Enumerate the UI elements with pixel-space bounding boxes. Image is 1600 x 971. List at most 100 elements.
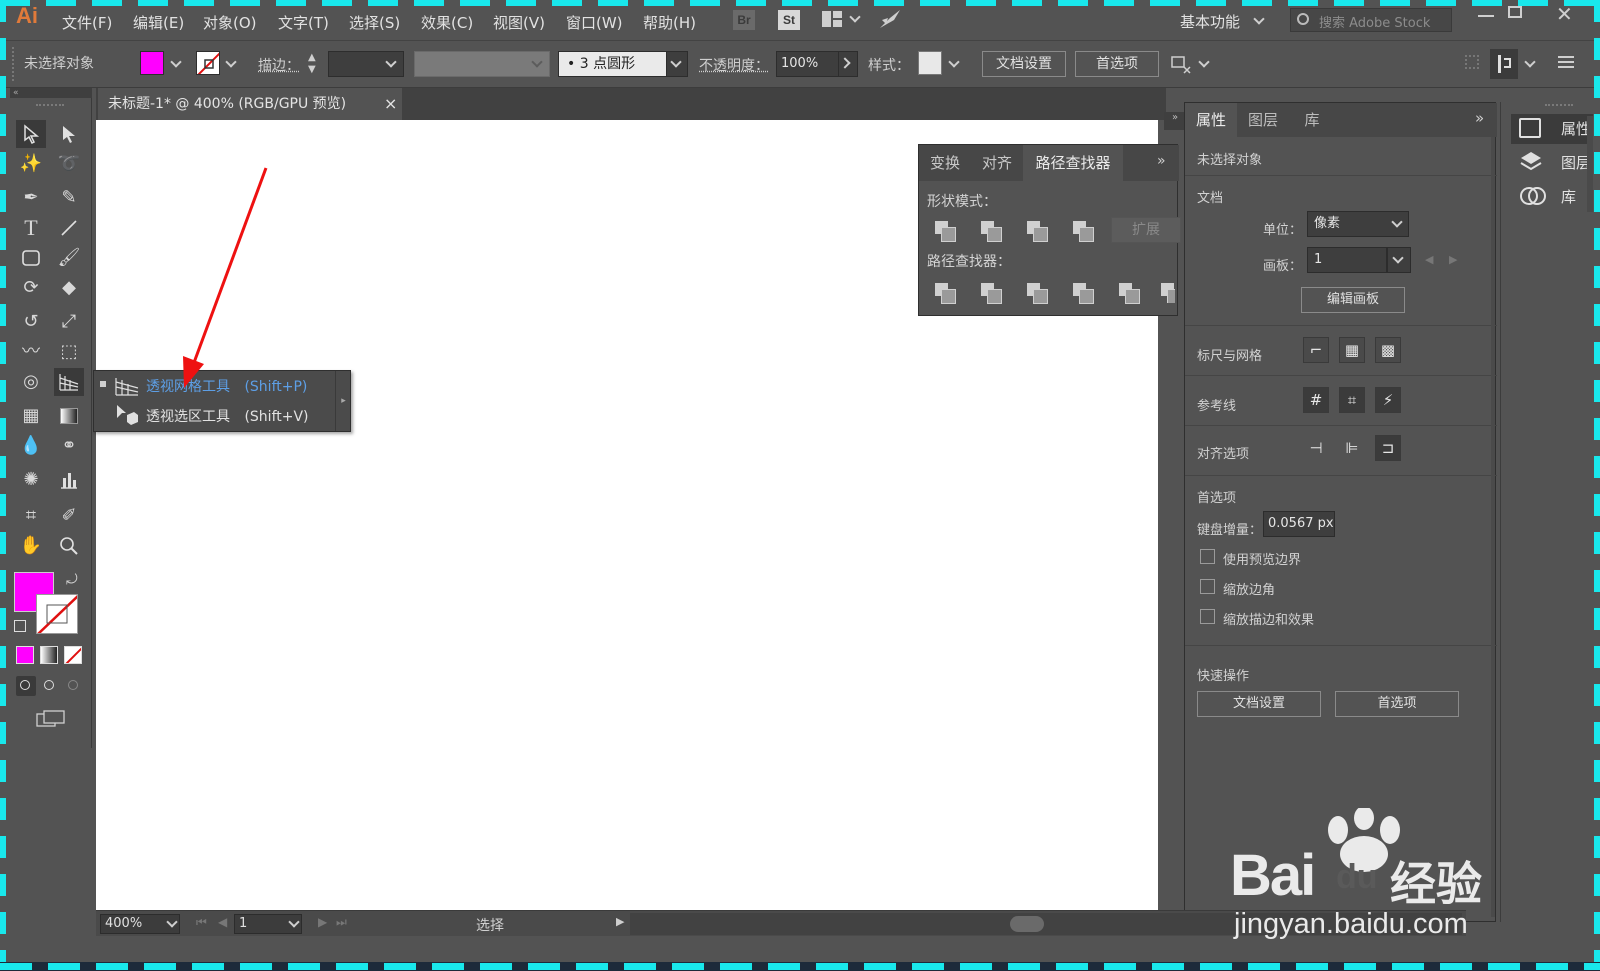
brush-dropdown[interactable] [666,51,688,77]
menu-file[interactable]: 文件(F) [62,12,112,33]
shaper-tool-icon[interactable]: ⟳ [16,274,46,302]
graphic-style-dropdown-icon[interactable] [948,56,960,68]
tab-pathfinder[interactable]: 路径查找器 [1023,145,1123,181]
trim-icon[interactable] [981,283,1002,304]
menu-help[interactable]: 帮助(H) [643,12,696,33]
menu-type[interactable]: 文字(T) [278,12,329,33]
artboard-tool-icon[interactable]: ⌗ [16,502,46,530]
perspective-grid-tool-icon[interactable] [54,368,84,396]
lasso-tool-icon[interactable]: ➰ [54,150,84,178]
snap-chevron-icon[interactable] [1524,56,1536,68]
slice-tool-icon[interactable]: ✐ [54,502,84,530]
transparency-grid-icon[interactable]: ▩ [1375,337,1401,363]
use-preview-bounds-checkbox[interactable] [1200,549,1215,564]
warp-tool-icon[interactable]: 〰 [16,338,46,366]
dock-properties[interactable]: 属性 [1511,114,1593,144]
minimize-window-icon[interactable] [1478,15,1494,17]
menu-select[interactable]: 选择(S) [349,12,400,33]
unite-icon[interactable] [935,221,956,242]
dock-scrollbar[interactable] [1587,116,1593,212]
stroke-weight-field[interactable] [328,51,404,77]
expand-button[interactable]: 扩展 [1111,217,1181,243]
first-artboard-icon[interactable]: ⏮ [196,915,207,930]
shape-builder-tool-icon[interactable]: ◎ [16,368,46,396]
column-graph-tool-icon[interactable] [54,466,84,494]
zoom-tool-icon[interactable] [54,532,84,560]
stroke-weight-stepper[interactable]: ▲ ▼ [308,52,320,78]
quick-preferences-button[interactable]: 首选项 [1335,691,1459,717]
panel-menu-icon[interactable] [1558,56,1574,68]
arrange-documents-icon[interactable] [822,11,842,27]
menu-view[interactable]: 视图(V) [493,12,545,33]
scale-corners-checkbox[interactable] [1200,579,1215,594]
control-bar-grip[interactable] [12,47,16,81]
next-artboard-icon[interactable]: ▶ [1449,253,1457,266]
properties-scrollbar[interactable] [1491,137,1495,917]
menu-edit[interactable]: 编辑(E) [133,12,184,33]
color-mode-icon[interactable] [16,646,34,664]
menu-window[interactable]: 窗口(W) [566,12,623,33]
snap-to-pixel-toggle-icon[interactable]: ⊐ [1375,435,1401,461]
artboard-dropdown[interactable] [1387,247,1411,273]
tab-libraries[interactable]: 库 [1289,103,1335,137]
fill-dropdown-icon[interactable] [170,56,182,68]
symbol-sprayer-tool-icon[interactable]: ✺ [16,466,46,494]
default-fill-stroke-icon[interactable] [14,620,26,632]
stock-icon[interactable]: St [778,10,800,30]
workspace-switcher[interactable]: 基本功能 [1180,11,1240,32]
rectangle-tool-icon[interactable] [16,244,46,272]
brush-definition[interactable]: • 3 点圆形 [558,51,668,77]
document-tab[interactable]: 未标题-1* @ 400% (RGB/GPU 预览) × [98,88,402,120]
tear-off-flyout-icon[interactable]: ▸ [335,371,351,431]
previous-artboard-icon[interactable]: ◀ [1425,253,1433,266]
toolbar-collapse-icon[interactable]: « [10,88,92,98]
align-grid-icon[interactable] [1465,55,1479,69]
dock-layers[interactable]: 图层 [1511,148,1593,178]
screen-mode-icon[interactable] [36,710,66,728]
maximize-window-icon[interactable] [1508,6,1522,18]
workspace-chevron-icon[interactable] [1253,13,1265,25]
line-tool-icon[interactable] [54,214,84,242]
opacity-flyout[interactable] [838,51,858,77]
tab-properties[interactable]: 属性 [1185,103,1237,137]
quick-document-setup-button[interactable]: 文档设置 [1197,691,1321,717]
pathfinder-panel-more-icon[interactable]: » [1157,153,1166,169]
divide-icon[interactable] [935,283,956,304]
draw-inside-icon[interactable] [64,676,84,696]
blend-tool-icon[interactable]: ⚭ [54,432,84,460]
variable-width-profile[interactable] [414,51,550,77]
tab-transform[interactable]: 变换 [919,145,971,181]
prev-artboard-icon[interactable]: ◀ [218,915,227,929]
eyedropper-tool-icon[interactable]: 💧 [16,432,46,460]
current-tool-status[interactable]: 选择 [476,915,504,935]
magic-wand-tool-icon[interactable]: ✨ [16,150,46,178]
minus-back-icon[interactable] [1161,283,1175,303]
last-artboard-icon[interactable]: ⏭ [336,915,347,930]
scrollbar-thumb[interactable] [1010,916,1044,932]
lock-guides-icon[interactable]: ⌗ [1339,387,1365,413]
stroke-dropdown-icon[interactable] [225,56,237,68]
draw-normal-icon[interactable] [16,676,36,696]
menu-object[interactable]: 对象(O) [203,12,257,33]
fill-swatch[interactable] [140,51,164,75]
stroke-label[interactable]: 描边： [258,55,300,75]
type-tool-icon[interactable]: T [16,214,46,242]
direct-selection-tool-icon[interactable] [54,120,84,148]
none-mode-icon[interactable] [64,646,82,664]
scale-tool-icon[interactable]: ⤢ [54,308,84,336]
close-tab-icon[interactable]: × [384,88,397,120]
document-setup-button[interactable]: 文档设置 [982,51,1066,77]
opacity-field[interactable]: 100% [776,51,840,77]
dock-libraries[interactable]: 库 [1511,182,1593,212]
snap-to-point-icon[interactable]: ⊣ [1303,435,1329,461]
merge-icon[interactable] [1027,283,1048,304]
snap-to-grid-icon[interactable]: ⊫ [1339,435,1365,461]
eraser-tool-icon[interactable]: ◆ [54,274,84,302]
graphic-style-swatch[interactable] [918,51,942,75]
scale-strokes-checkbox[interactable] [1200,609,1215,624]
exclude-icon[interactable] [1073,221,1094,242]
arrange-options-chevron-icon[interactable] [1198,56,1210,68]
properties-more-icon[interactable]: » [1475,109,1484,127]
stock-search-field[interactable]: 搜索 Adobe Stock [1290,8,1452,32]
arrange-icon[interactable] [1170,53,1192,75]
